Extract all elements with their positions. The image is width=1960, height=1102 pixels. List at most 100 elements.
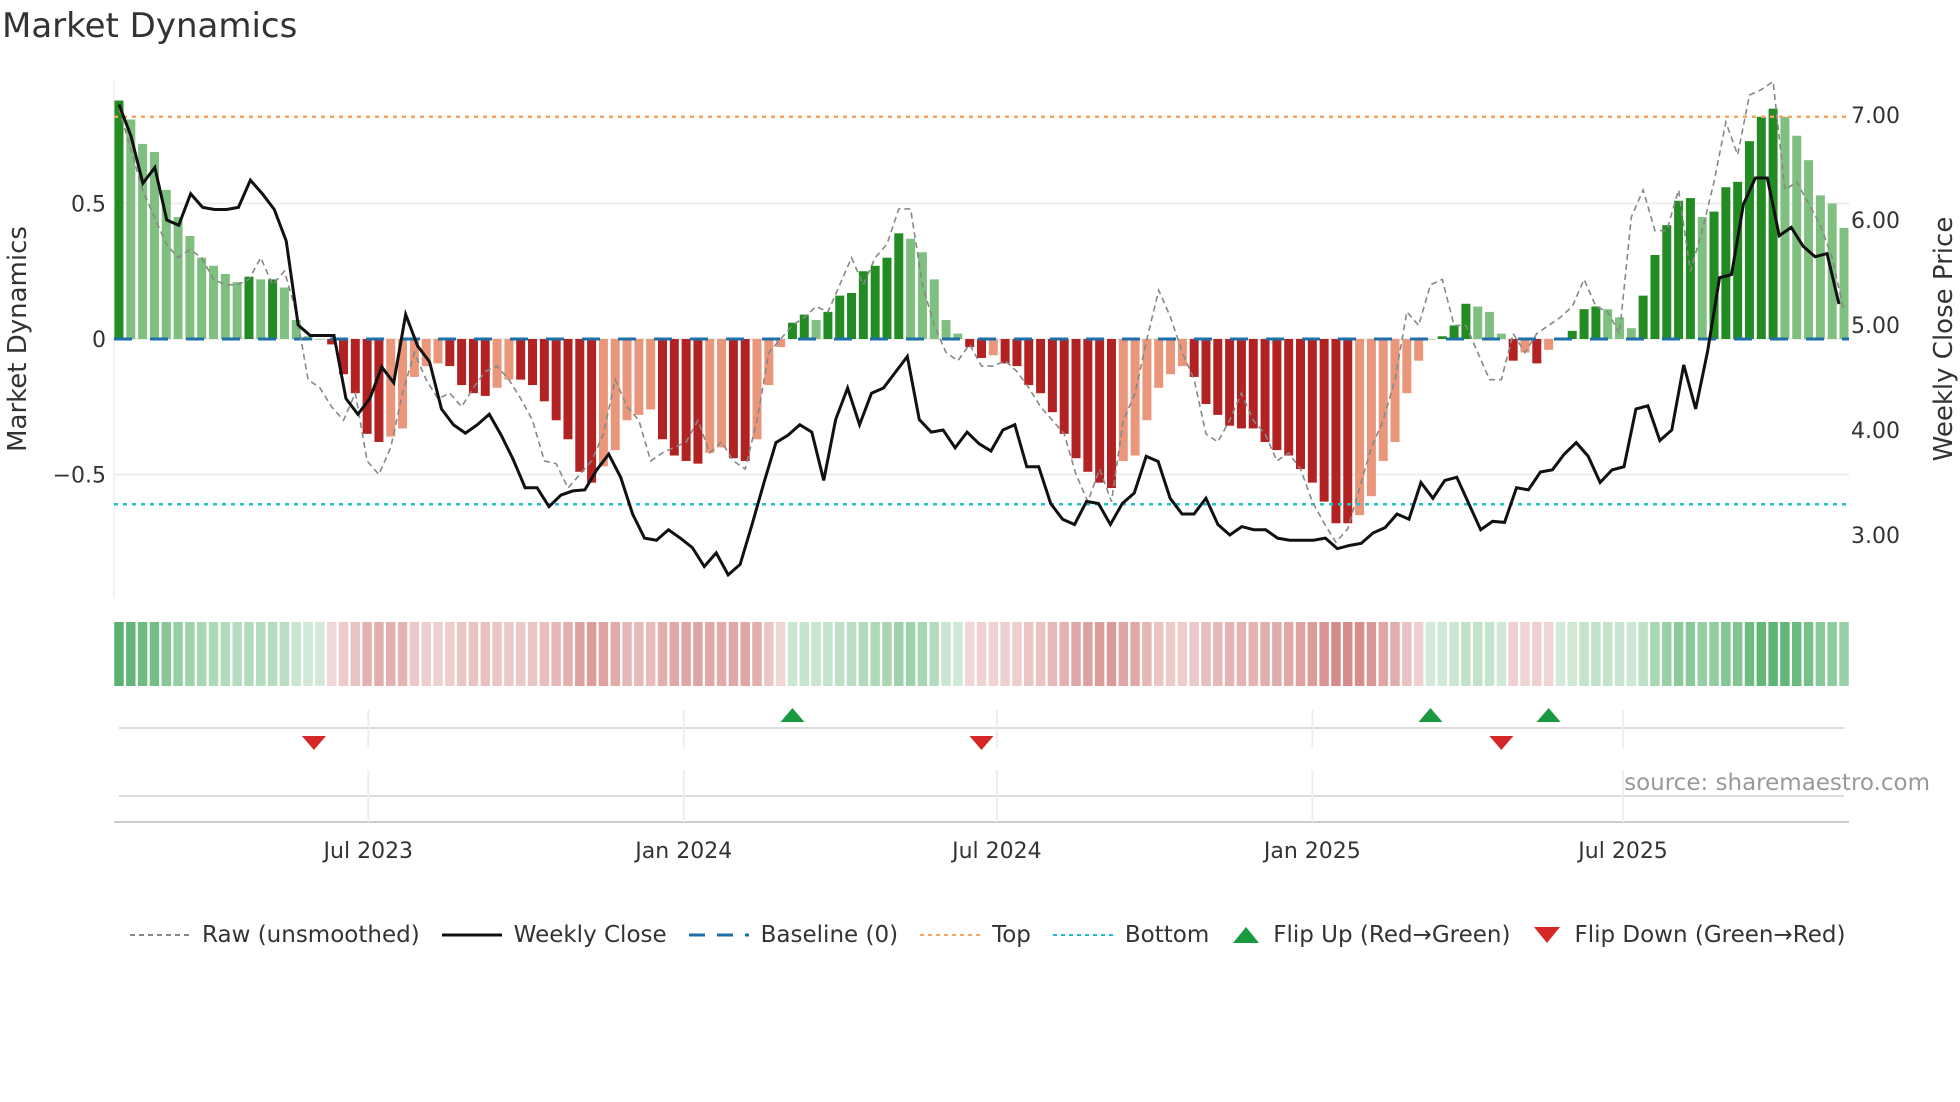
momentum-bar <box>1319 339 1329 502</box>
momentum-bar <box>1284 339 1294 456</box>
regime-strip-cell <box>1024 622 1034 686</box>
regime-strip-cell <box>185 622 195 686</box>
momentum-bar <box>1390 339 1400 442</box>
regime-strip-cell <box>1224 622 1235 686</box>
flip-down-marker <box>969 736 994 750</box>
regime-strip-cell <box>811 622 821 686</box>
momentum-bar <box>1166 339 1176 375</box>
momentum-bar <box>551 339 561 421</box>
regime-strip-cell <box>882 622 892 686</box>
regime-strip-cell <box>1189 622 1199 686</box>
momentum-bar <box>894 233 904 339</box>
momentum-bar <box>1177 339 1187 367</box>
flip-down-marker <box>301 736 326 750</box>
regime-strip-cell <box>1142 622 1152 686</box>
momentum-bar <box>209 265 219 339</box>
regime-strip-cell <box>1827 622 1837 686</box>
source-label: source: sharemaestro.com <box>1624 770 1930 796</box>
momentum-bar <box>598 339 608 467</box>
y2-tick-label: 7.00 <box>1851 104 1900 129</box>
momentum-bar <box>717 339 727 448</box>
regime-strip-cell <box>1673 622 1684 686</box>
momentum-bar <box>256 279 266 339</box>
x-tick-label: Jan 2024 <box>633 839 732 864</box>
regime-strip-cell <box>1130 622 1140 686</box>
momentum-bar <box>740 339 750 461</box>
regime-strip-cell <box>1721 622 1731 686</box>
regime-strip-cell <box>232 622 242 686</box>
momentum-bar <box>1296 339 1305 470</box>
regime-strip-cell <box>1201 622 1211 686</box>
regime-strip-cell <box>740 622 750 686</box>
regime-strip-cell <box>397 622 408 686</box>
regime-strip-cell <box>1461 622 1471 686</box>
momentum-bar <box>315 339 325 340</box>
regime-strip-cell <box>456 622 467 686</box>
regime-strip-cell <box>563 622 573 686</box>
regime-strip-cell <box>1449 622 1459 686</box>
regime-strip-cell <box>669 622 680 686</box>
legend-bottom: Bottom <box>1052 922 1210 948</box>
legend-baseline: Baseline (0) <box>688 922 899 948</box>
regime-strip-cell <box>421 622 431 686</box>
momentum-bar <box>1591 306 1601 339</box>
momentum-bar <box>988 339 998 356</box>
regime-strip-cell <box>953 622 963 686</box>
momentum-bar <box>1012 339 1022 367</box>
momentum-bar <box>1272 339 1282 451</box>
momentum-bar <box>1532 339 1542 364</box>
regime-strip-cell <box>1591 622 1601 686</box>
regime-strip-cell <box>575 622 585 686</box>
legend: Raw (unsmoothed) Weekly Close Baseline (… <box>130 922 1845 948</box>
regime-strip-cell <box>149 622 160 686</box>
momentum-bar <box>1307 339 1317 483</box>
momentum-bar <box>350 339 360 394</box>
momentum-bar <box>516 339 526 380</box>
momentum-bar <box>563 339 573 440</box>
momentum-bar <box>374 339 384 442</box>
momentum-bar <box>658 339 667 440</box>
regime-strip-cell <box>823 622 833 686</box>
momentum-bar <box>1024 339 1034 386</box>
momentum-bar <box>1603 309 1613 339</box>
momentum-bar <box>362 339 372 434</box>
legend-top: Top <box>920 922 1031 948</box>
momentum-bar <box>1674 200 1684 339</box>
x-tick-label: Jul 2023 <box>322 839 414 864</box>
y-tick-label: 0 <box>92 328 106 353</box>
regime-strip-cell <box>764 622 774 686</box>
regime-strip-cell <box>1780 622 1790 686</box>
momentum-bar <box>1095 339 1105 483</box>
momentum-bar <box>941 320 951 339</box>
regime-strip-cell <box>1165 622 1176 686</box>
momentum-bar <box>1815 195 1825 339</box>
regime-strip-cell <box>1732 622 1743 686</box>
regime-strip-cell <box>1614 622 1625 686</box>
regime-strip-cell <box>846 622 857 686</box>
flip-up-marker <box>780 708 805 722</box>
regime-strip-cell <box>267 622 278 686</box>
momentum-bar <box>1130 339 1140 456</box>
x-tick-label: Jul 2025 <box>1576 839 1668 864</box>
momentum-bar <box>787 322 797 339</box>
regime-strip-cell <box>1260 622 1270 686</box>
regime-strip-cell <box>1768 622 1778 686</box>
momentum-bar <box>1071 339 1081 459</box>
regime-strip-cell <box>220 622 231 686</box>
legend-flip-down: Flip Down (Green→Red) <box>1532 922 1845 948</box>
regime-strip-cell <box>1083 622 1093 686</box>
momentum-bar <box>847 292 857 339</box>
regime-strip-cell <box>1213 622 1223 686</box>
regime-strip-cell <box>775 622 786 686</box>
momentum-bar <box>1047 339 1057 413</box>
regime-strip-cell <box>645 622 656 686</box>
regime-strip-cell <box>1709 622 1719 686</box>
regime-strip-cell <box>1626 622 1637 686</box>
regime-strip-cell <box>551 622 561 686</box>
momentum-bar <box>693 339 703 464</box>
regime-strip-cell <box>1792 622 1802 686</box>
regime-strip-cell <box>894 622 904 686</box>
momentum-bar <box>1059 339 1069 434</box>
regime-strip-cell <box>1071 622 1081 686</box>
regime-strip-cell <box>114 622 124 686</box>
